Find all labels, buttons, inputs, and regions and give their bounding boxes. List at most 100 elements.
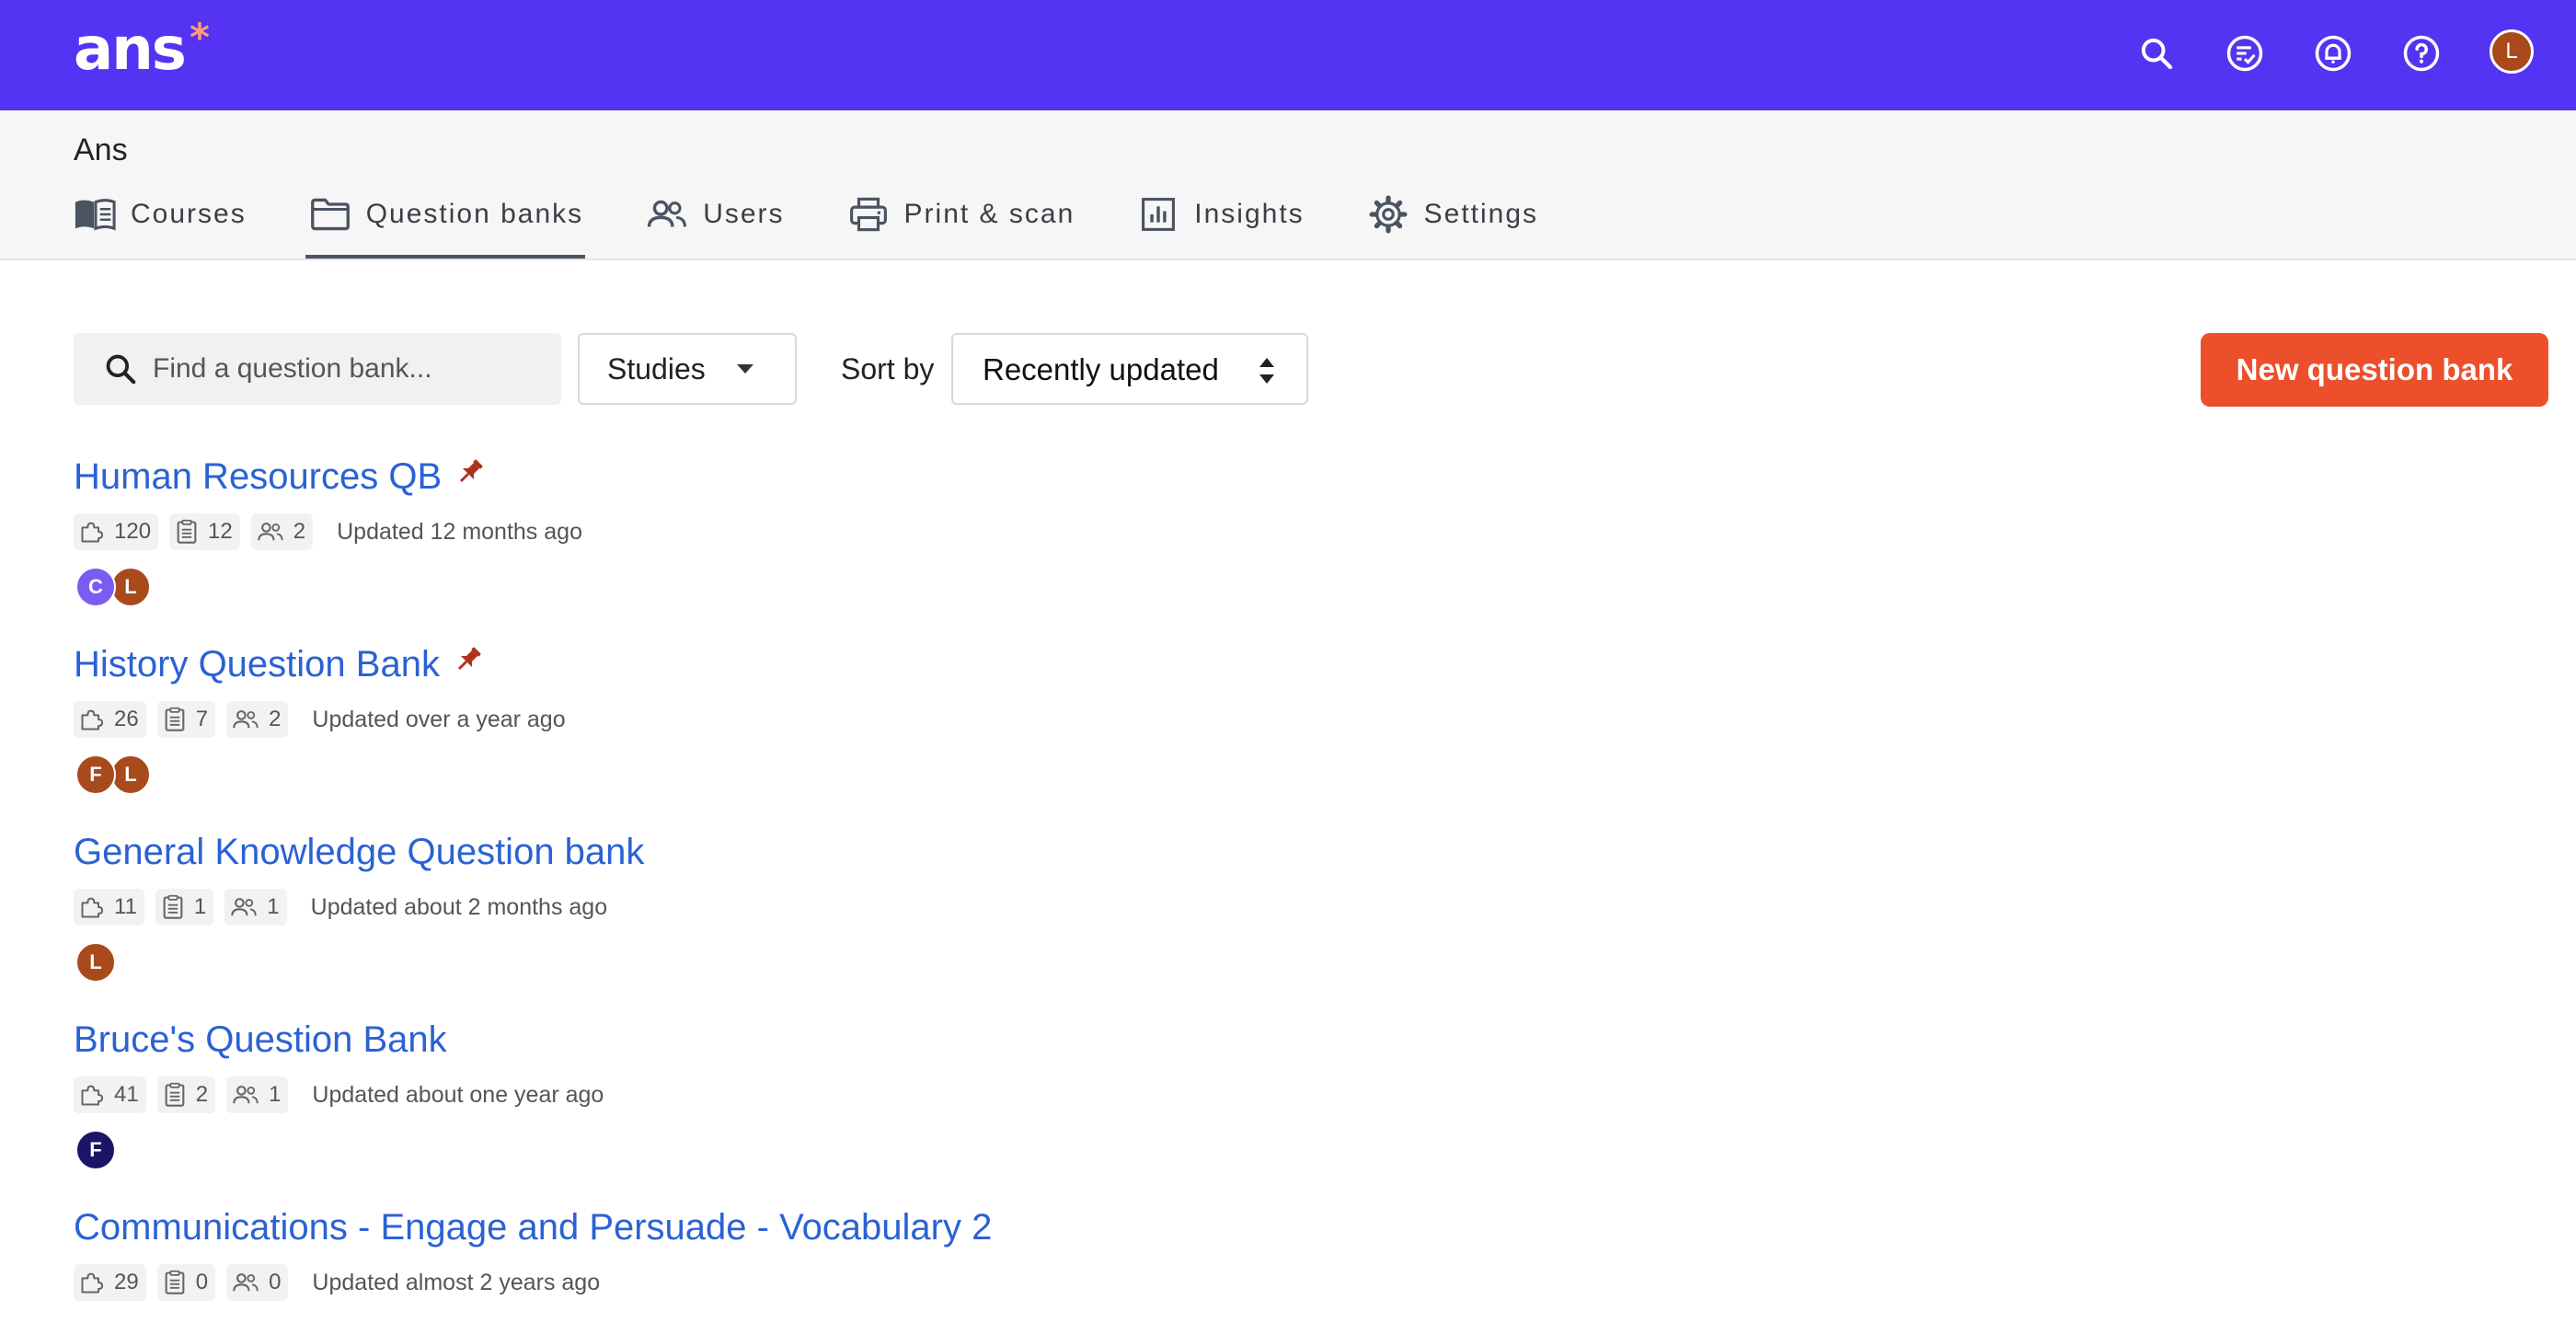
question-bank-title-link[interactable]: Bruce's Question Bank (74, 1018, 447, 1062)
puzzle-icon (79, 894, 105, 920)
member-count: 0 (269, 1270, 282, 1294)
list-item: History Question Bank 26 7 2 Updated over a … (74, 642, 1362, 795)
assessment-count: 12 (208, 519, 233, 544)
question-count: 41 (114, 1082, 139, 1107)
help-icon[interactable] (2396, 28, 2447, 79)
nav-print-scan-label: Print & scan (903, 199, 1075, 229)
studies-filter-dropdown[interactable]: Studies (578, 333, 797, 405)
clipboard-icon (175, 519, 199, 545)
organization-name: Ans (74, 132, 128, 167)
search-box (74, 333, 561, 405)
question-count-chip: 41 (74, 1076, 146, 1113)
ans-logo[interactable]: ans (74, 13, 187, 86)
member-count: 1 (267, 894, 280, 919)
question-count-chip: 11 (74, 889, 144, 926)
member-count-chip: 2 (226, 701, 289, 738)
users-icon (230, 895, 258, 919)
nav-settings-label: Settings (1423, 199, 1539, 229)
search-input[interactable] (153, 333, 539, 405)
nav-users[interactable]: Users (646, 193, 784, 259)
nav-insights-label: Insights (1194, 199, 1305, 229)
question-count: 120 (114, 519, 152, 544)
users-icon (232, 1083, 259, 1107)
updated-timestamp: Updated about one year ago (312, 1081, 604, 1108)
nav-courses[interactable]: Courses (74, 193, 247, 259)
list-item: Communications - Engage and Persuade - V… (74, 1205, 1362, 1301)
nav-settings[interactable]: Settings (1367, 193, 1538, 259)
assessment-count: 1 (193, 894, 207, 919)
question-bank-title-link[interactable]: Human Resources QB (74, 454, 442, 499)
member-count-chip: 1 (226, 1076, 289, 1113)
new-question-bank-button[interactable]: New question bank (2201, 333, 2548, 407)
avatar[interactable]: C (75, 567, 116, 607)
user-avatar[interactable]: L (2490, 29, 2534, 74)
nav-users-label: Users (703, 199, 785, 229)
updated-timestamp: Updated about 2 months ago (310, 893, 608, 920)
sort-arrows-icon (1257, 355, 1277, 391)
avatar-group: FL (75, 754, 151, 795)
main-nav: Courses Question banks Users Print & sca… (74, 193, 1601, 259)
sort-by-label: Sort by (841, 352, 935, 385)
caret-down-icon (734, 362, 756, 380)
question-bank-title-link[interactable]: Communications - Engage and Persuade - V… (74, 1205, 992, 1249)
bank-meta: 11 1 1 Updated about 2 months ago (74, 889, 607, 926)
question-count: 26 (114, 707, 139, 731)
list-item: Human Resources QB 120 12 2 Updated 12 month… (74, 454, 1362, 607)
question-count-chip: 26 (74, 701, 146, 738)
users-icon (646, 193, 688, 236)
nav-question-banks[interactable]: Question banks (305, 193, 586, 259)
avatar[interactable]: F (75, 1130, 116, 1170)
assessment-count-chip: 0 (156, 1264, 216, 1301)
nav-question-banks-label: Question banks (365, 199, 584, 229)
assessment-count-chip: 1 (155, 889, 214, 926)
updated-timestamp: Updated 12 months ago (337, 518, 582, 545)
clipboard-icon (163, 707, 187, 732)
bank-meta: 29 0 0 Updated almost 2 years ago (74, 1264, 600, 1301)
puzzle-icon (79, 1270, 105, 1295)
question-count-chip: 29 (74, 1264, 146, 1301)
assessment-count-chip: 12 (169, 513, 240, 550)
assessment-count-chip: 7 (156, 701, 216, 738)
nav-insights[interactable]: Insights (1137, 193, 1304, 259)
sort-select[interactable]: Recently updated (951, 333, 1308, 405)
clipboard-icon (163, 1270, 187, 1295)
top-bar: ans * L (0, 0, 2576, 110)
printer-icon (847, 193, 890, 236)
gear-icon (1367, 193, 1409, 236)
avatar[interactable]: L (110, 754, 151, 795)
studies-filter-label: Studies (607, 352, 706, 385)
member-count-chip: 1 (224, 889, 287, 926)
folder-icon (309, 193, 351, 236)
avatar[interactable]: F (75, 754, 116, 795)
avatar[interactable]: L (75, 942, 116, 983)
puzzle-icon (79, 1082, 105, 1108)
clipboard-icon (161, 894, 185, 920)
users-icon (232, 708, 259, 731)
users-icon (232, 1271, 259, 1294)
sort-select-value: Recently updated (983, 352, 1219, 386)
puzzle-icon (79, 519, 105, 545)
bank-meta: 120 12 2 Updated 12 months ago (74, 513, 582, 550)
question-bank-title-link[interactable]: General Knowledge Question bank (74, 830, 644, 874)
member-count: 1 (269, 1082, 282, 1107)
assessment-count-chip: 2 (156, 1076, 216, 1113)
puzzle-icon (79, 707, 105, 732)
question-bank-title-link[interactable]: History Question Bank (74, 642, 440, 686)
avatar[interactable]: L (110, 567, 151, 607)
pin-icon[interactable] (453, 644, 484, 680)
pin-icon[interactable] (454, 456, 486, 492)
chart-icon (1137, 193, 1179, 236)
question-count-chip: 120 (74, 513, 159, 550)
member-count-chip: 0 (226, 1264, 289, 1301)
list-item: General Knowledge Question bank 11 1 1 Updat… (74, 830, 1362, 983)
task-check-icon[interactable] (2219, 28, 2271, 79)
search-icon[interactable] (2131, 28, 2182, 79)
book-icon (74, 193, 116, 236)
updated-timestamp: Updated almost 2 years ago (312, 1269, 601, 1295)
clipboard-icon (163, 1082, 187, 1108)
nav-print-scan[interactable]: Print & scan (847, 193, 1075, 259)
assessment-count: 0 (195, 1270, 209, 1294)
bell-icon[interactable] (2307, 28, 2359, 79)
question-count: 11 (114, 894, 137, 919)
updated-timestamp: Updated over a year ago (312, 706, 566, 732)
